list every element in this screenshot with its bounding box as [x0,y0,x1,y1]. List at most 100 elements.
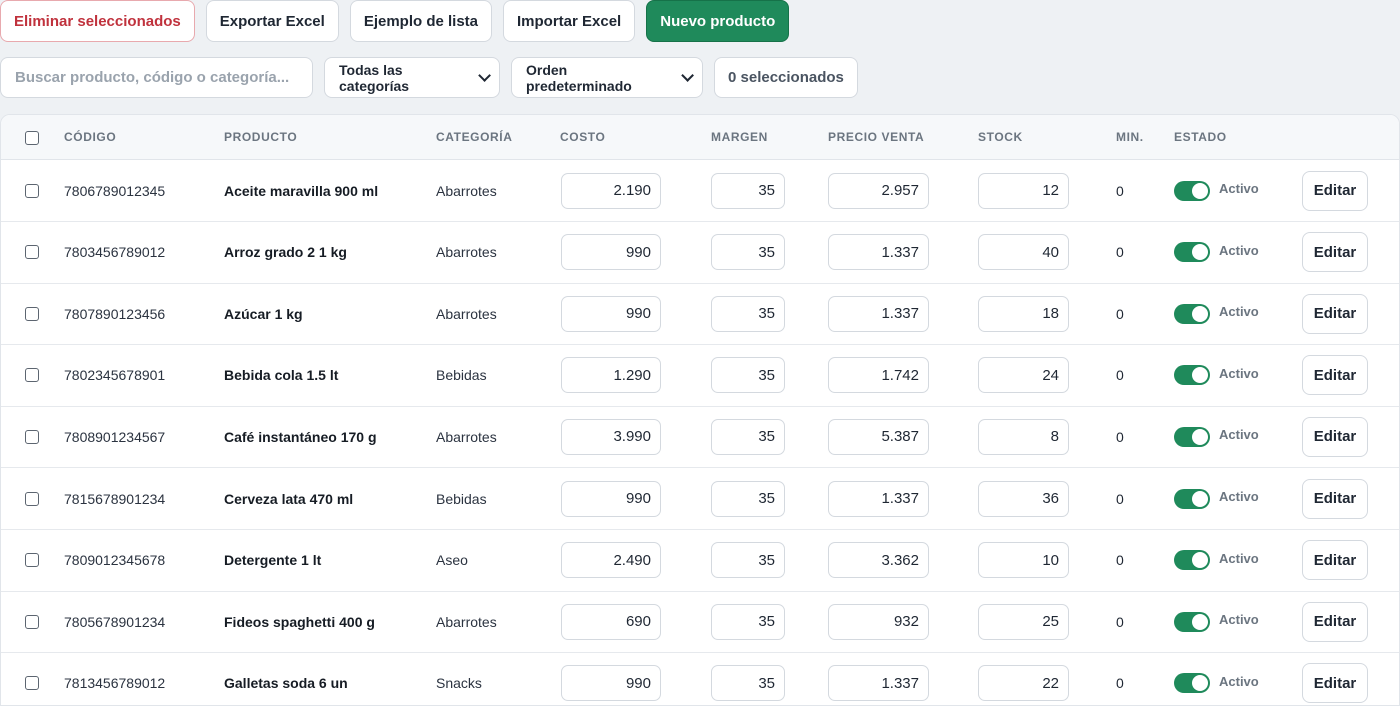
sale-price-input[interactable]: 1.742 [828,357,929,394]
row-checkbox[interactable] [25,429,39,444]
header-code[interactable]: CÓDIGO [64,115,116,160]
cost-input[interactable]: 3.990 [561,418,661,455]
import-excel-button[interactable]: Importar Excel [503,0,636,42]
cost-input[interactable]: 690 [561,603,661,640]
cost-input[interactable]: 2.490 [561,542,661,579]
select-all-checkbox[interactable] [25,130,39,145]
status-toggle[interactable] [1174,673,1210,694]
new-product-button[interactable]: Nuevo producto [646,0,790,42]
edit-button[interactable]: Editar [1302,355,1368,396]
delete-selected-button[interactable]: Eliminar seleccionados [0,0,195,42]
edit-cell: Editar [1302,530,1368,591]
sale-price-input[interactable]: 5.387 [828,418,929,455]
cost-input[interactable]: 2.190 [561,172,661,209]
row-select-cell [25,160,39,221]
margin-input[interactable]: 35 [711,234,785,271]
product-category: Abarrotes [436,613,497,630]
margin-input[interactable]: 35 [711,357,785,394]
cost-input[interactable]: 990 [561,480,661,517]
min-stock: 0 [1116,613,1124,630]
edit-button[interactable]: Editar [1302,416,1368,457]
product-code: 7802345678901 [64,367,166,384]
sale-price-input[interactable]: 1.337 [828,234,929,271]
min-stock: 0 [1116,305,1124,322]
stock-input[interactable]: 24 [978,357,1069,394]
row-checkbox[interactable] [25,676,39,691]
stock-input[interactable]: 8 [978,418,1069,455]
status-toggle[interactable] [1174,426,1210,447]
edit-button[interactable]: Editar [1302,170,1368,211]
edit-button[interactable]: Editar [1302,293,1368,334]
header-product[interactable]: PRODUCTO [224,115,297,160]
margin-cell: 35 [711,222,785,283]
product-name: Cerveza lata 470 ml [224,490,354,507]
cost-input[interactable]: 990 [561,295,661,332]
sale-price-input[interactable]: 1.337 [828,665,929,702]
category-select[interactable]: Todas las categorías [324,57,500,98]
margin-cell: 35 [711,591,785,652]
price-cell: 1.337 [828,283,929,344]
cost-input[interactable]: 990 [561,234,661,271]
header-category[interactable]: CATEGORÍA [436,115,513,160]
product-category: Abarrotes [436,305,497,322]
sale-price-input[interactable]: 932 [828,603,929,640]
status-toggle[interactable] [1174,180,1210,201]
status-cell: Activo [1174,283,1259,344]
stock-input[interactable]: 10 [978,542,1069,579]
order-select[interactable]: Orden predeterminado [511,57,703,98]
header-status[interactable]: ESTADO [1174,115,1227,160]
edit-button[interactable]: Editar [1302,601,1368,642]
header-margin[interactable]: MARGEN [711,115,768,160]
row-checkbox[interactable] [25,491,39,506]
cost-input[interactable]: 1.290 [561,357,661,394]
header-cost[interactable]: COSTO [560,115,605,160]
margin-input[interactable]: 35 [711,295,785,332]
row-checkbox[interactable] [25,368,39,383]
edit-button[interactable]: Editar [1302,478,1368,519]
status-toggle[interactable] [1174,303,1210,324]
edit-button[interactable]: Editar [1302,232,1368,273]
status-label: Activo [1219,304,1259,320]
example-list-button[interactable]: Ejemplo de lista [349,0,493,42]
header-min[interactable]: MIN. [1116,115,1144,160]
margin-input[interactable]: 35 [711,480,785,517]
sale-price-input[interactable]: 2.957 [828,172,929,209]
product-code: 7813456789012 [64,675,166,692]
stock-cell: 10 [978,530,1069,591]
margin-input[interactable]: 35 [711,418,785,455]
stock-input[interactable]: 22 [978,665,1069,702]
margin-input[interactable]: 35 [711,603,785,640]
row-checkbox[interactable] [25,306,39,321]
margin-input[interactable]: 35 [711,665,785,702]
status-toggle[interactable] [1174,550,1210,571]
search-input[interactable]: Buscar producto, código o categoría... [0,57,313,98]
status-toggle[interactable] [1174,611,1210,632]
margin-input[interactable]: 35 [711,172,785,209]
sale-price-input[interactable]: 3.362 [828,542,929,579]
cost-input[interactable]: 990 [561,665,661,702]
sale-price-input[interactable]: 1.337 [828,295,929,332]
row-select-cell [25,283,39,344]
stock-input[interactable]: 18 [978,295,1069,332]
header-sale-price[interactable]: PRECIO VENTA [828,115,924,160]
status-toggle[interactable] [1174,488,1210,509]
stock-input[interactable]: 25 [978,603,1069,640]
cost-cell: 1.290 [561,345,661,406]
stock-input[interactable]: 36 [978,480,1069,517]
stock-input[interactable]: 12 [978,172,1069,209]
sale-price-input[interactable]: 1.337 [828,480,929,517]
stock-input[interactable]: 40 [978,234,1069,271]
row-checkbox[interactable] [25,553,39,568]
margin-input[interactable]: 35 [711,542,785,579]
export-excel-button[interactable]: Exportar Excel [205,0,339,42]
row-checkbox[interactable] [25,614,39,629]
row-checkbox[interactable] [25,183,39,198]
status-toggle[interactable] [1174,365,1210,386]
edit-button[interactable]: Editar [1302,540,1368,581]
row-checkbox[interactable] [25,245,39,260]
header-stock[interactable]: STOCK [978,115,1023,160]
cost-cell: 690 [561,591,661,652]
status-cell: Activo [1174,222,1259,283]
status-toggle[interactable] [1174,242,1210,263]
edit-button[interactable]: Editar [1302,663,1368,704]
